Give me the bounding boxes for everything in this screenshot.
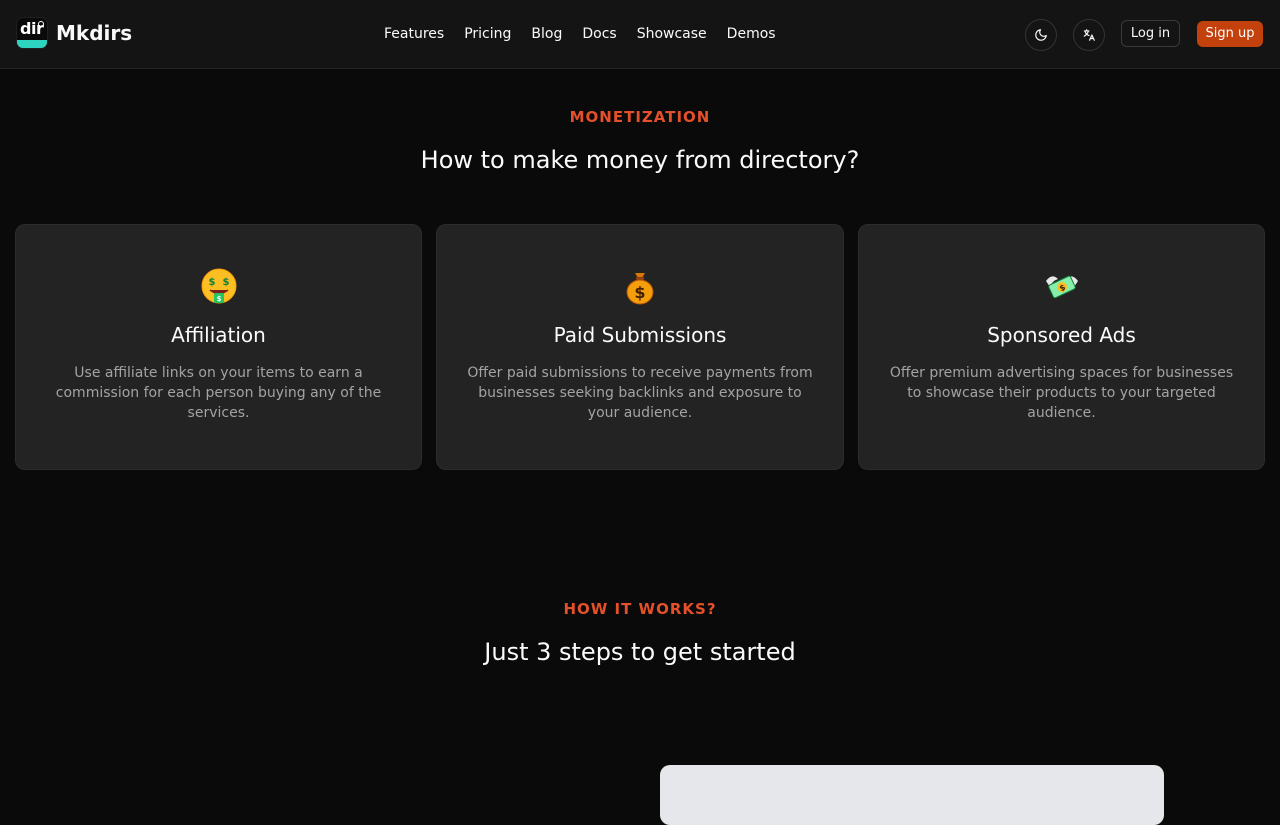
nav-features[interactable]: Features [384, 22, 444, 46]
svg-text:$: $ [222, 277, 229, 288]
svg-text:$: $ [208, 277, 215, 288]
logo-text: Mkdirs [56, 21, 133, 45]
step-preview-image [660, 765, 1164, 825]
nav-blog[interactable]: Blog [531, 22, 562, 46]
theme-toggle-button[interactable] [1025, 19, 1057, 51]
card-title: Sponsored Ads [987, 323, 1136, 347]
translate-icon [1083, 29, 1095, 41]
how-it-works-title: Just 3 steps to get started [484, 638, 796, 666]
money-with-wings-icon: $ [859, 267, 1264, 307]
nav-demos[interactable]: Demos [727, 22, 776, 46]
main-nav: Features Pricing Blog Docs Showcase Demo… [384, 22, 796, 46]
money-bag-icon: $ [437, 267, 843, 307]
monetization-eyebrow: MONETIZATION [569, 108, 711, 126]
logo[interactable]: dir Mkdirs [16, 17, 132, 49]
money-mouth-face-icon: $ $ $ [16, 267, 421, 307]
card-description: Offer premium advertising spaces for bus… [889, 365, 1234, 421]
how-it-works-eyebrow: HOW IT WORKS? [563, 600, 717, 618]
card-paid-submissions: $ Paid Submissions Offer paid submission… [436, 224, 844, 470]
card-sponsored-ads: $ Sponsored Ads Offer premium advertisin… [858, 224, 1265, 470]
language-button[interactable] [1073, 19, 1105, 51]
card-title: Paid Submissions [553, 323, 727, 347]
card-affiliation: $ $ $ Affiliation Use affiliate links on… [15, 224, 422, 470]
card-title: Affiliation [171, 323, 266, 347]
card-description: Use affiliate links on your items to ear… [55, 365, 382, 421]
card-description: Offer paid submissions to receive paymen… [467, 365, 813, 421]
logo-icon: dir [16, 17, 48, 49]
nav-pricing[interactable]: Pricing [464, 22, 511, 46]
monetization-title: How to make money from directory? [420, 146, 860, 174]
moon-icon [1035, 29, 1047, 41]
nav-docs[interactable]: Docs [582, 22, 616, 46]
svg-text:$: $ [216, 295, 221, 303]
login-button[interactable]: Log in [1121, 20, 1180, 47]
svg-text:$: $ [634, 283, 645, 302]
signup-button[interactable]: Sign up [1197, 21, 1263, 47]
nav-showcase[interactable]: Showcase [637, 22, 707, 46]
site-header: dir Mkdirs Features Pricing Blog Docs Sh… [0, 0, 1280, 69]
